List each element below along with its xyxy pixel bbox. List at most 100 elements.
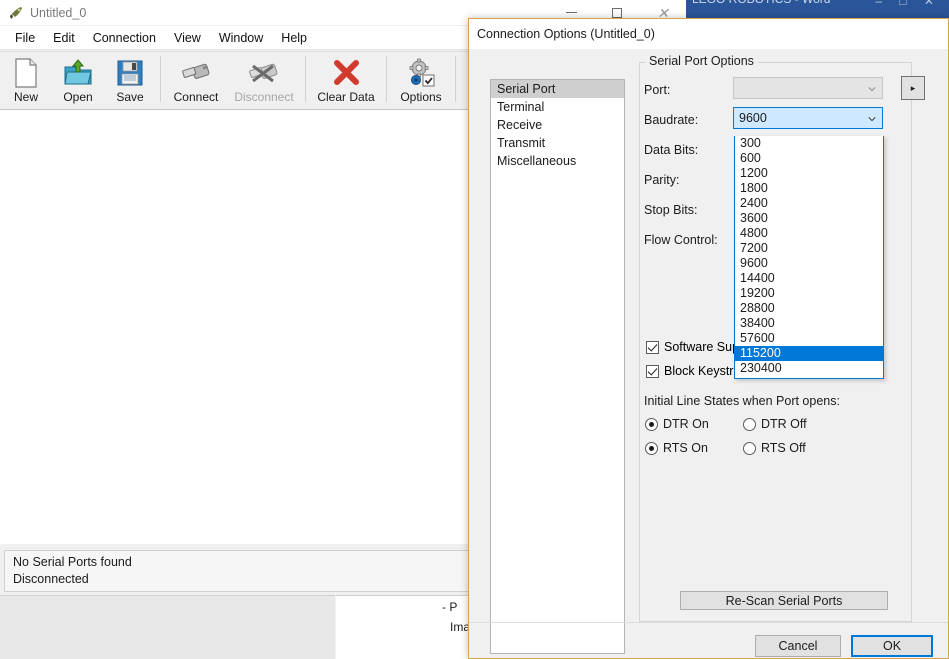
dropdown-option-3600[interactable]: 3600: [735, 211, 883, 226]
toolbar-button-new[interactable]: New: [0, 52, 52, 109]
toolbar-button-open[interactable]: Open: [52, 52, 104, 109]
label-initial-line-states: Initial Line States when Port opens:: [644, 394, 840, 408]
category-item-terminal[interactable]: Terminal: [491, 98, 624, 116]
dropdown-option-230400[interactable]: 230400: [735, 361, 883, 376]
toolbar-separator-4: [455, 56, 456, 102]
screen: LEGO ROBOTICS - Word – □ ✕ Untitled_0 ✕ …: [0, 0, 949, 659]
dropdown-option-1800[interactable]: 1800: [735, 181, 883, 196]
ok-button-label: OK: [883, 639, 901, 653]
chevron-down-icon: [868, 115, 876, 123]
lower-left-panel: [0, 595, 335, 659]
background-word-controls[interactable]: – □ ✕: [875, 0, 941, 8]
toolbar-label-connect: Connect: [174, 90, 219, 104]
toolbar-separator-2: [305, 56, 306, 102]
app-title: Untitled_0: [30, 6, 86, 20]
chevron-right-icon: ▸: [911, 83, 916, 94]
usb-disconnect-icon: [247, 56, 281, 89]
dropdown-option-28800[interactable]: 28800: [735, 301, 883, 316]
category-item-transmit[interactable]: Transmit: [491, 134, 624, 152]
radio-dtr-on[interactable]: [645, 418, 658, 431]
radio-dtr-off[interactable]: [743, 418, 756, 431]
dropdown-option-600[interactable]: 600: [735, 151, 883, 166]
lower-right-text-1: - P: [442, 600, 457, 614]
checkbox-software-support[interactable]: [646, 341, 659, 354]
label-port: Port:: [644, 83, 670, 97]
dropdown-option-57600[interactable]: 57600: [735, 331, 883, 346]
toolbar-button-save[interactable]: Save: [104, 52, 156, 109]
toolbar-label-clear-data: Clear Data: [317, 90, 374, 104]
menu-connection[interactable]: Connection: [84, 29, 165, 47]
rescan-serial-ports-label: Re-Scan Serial Ports: [726, 594, 843, 608]
dropdown-option-9600[interactable]: 9600: [735, 256, 883, 271]
menu-help[interactable]: Help: [272, 29, 316, 47]
radio-row-dtr-on[interactable]: DTR On: [645, 417, 709, 431]
chevron-down-icon: [868, 85, 876, 93]
dialog-titlebar[interactable]: Connection Options (Untitled_0): [469, 19, 948, 49]
cancel-button-label: Cancel: [779, 639, 818, 653]
label-stop-bits: Stop Bits:: [644, 203, 698, 217]
port-combobox[interactable]: [733, 77, 883, 99]
ok-button[interactable]: OK: [851, 635, 933, 657]
port-browse-button[interactable]: ▸: [901, 76, 925, 100]
category-item-serial-port[interactable]: Serial Port: [491, 80, 624, 98]
category-item-miscellaneous[interactable]: Miscellaneous: [491, 152, 624, 170]
label-data-bits: Data Bits:: [644, 143, 698, 157]
dropdown-option-4800[interactable]: 4800: [735, 226, 883, 241]
toolbar-button-connect[interactable]: Connect: [165, 52, 227, 109]
gears-icon: [406, 56, 436, 89]
dropdown-option-2400[interactable]: 2400: [735, 196, 883, 211]
checkbox-row-block-keystrokes[interactable]: Block Keystrok: [646, 364, 747, 378]
dropdown-option-1200[interactable]: 1200: [735, 166, 883, 181]
menu-file[interactable]: File: [6, 29, 44, 47]
category-item-receive[interactable]: Receive: [491, 116, 624, 134]
category-list[interactable]: Serial Port Terminal Receive Transmit Mi…: [490, 79, 625, 654]
toolbar-label-new: New: [14, 90, 38, 104]
baudrate-combobox[interactable]: 9600: [733, 107, 883, 129]
toolbar-separator-3: [386, 56, 387, 102]
menu-view[interactable]: View: [165, 29, 210, 47]
radio-label-dtr-on: DTR On: [663, 417, 709, 431]
checkbox-row-software-support[interactable]: Software Supp: [646, 340, 746, 354]
radio-rts-on[interactable]: [645, 442, 658, 455]
radio-label-rts-off: RTS Off: [761, 441, 806, 455]
dialog-title: Connection Options (Untitled_0): [477, 27, 655, 41]
menu-window[interactable]: Window: [210, 29, 272, 47]
dropdown-option-7200[interactable]: 7200: [735, 241, 883, 256]
cancel-button[interactable]: Cancel: [755, 635, 841, 657]
dropdown-option-115200[interactable]: 115200: [735, 346, 883, 361]
radio-label-rts-on: RTS On: [663, 441, 708, 455]
radio-row-rts-off[interactable]: RTS Off: [743, 441, 806, 455]
group-title-serial-port-options: Serial Port Options: [645, 54, 758, 68]
dropdown-option-19200[interactable]: 19200: [735, 286, 883, 301]
checkbox-block-keystrokes[interactable]: [646, 365, 659, 378]
background-word-title: LEGO ROBOTICS - Word: [692, 0, 830, 6]
toolbar-button-clear-data[interactable]: Clear Data: [310, 52, 382, 109]
radio-label-dtr-off: DTR Off: [761, 417, 807, 431]
dropdown-option-14400[interactable]: 14400: [735, 271, 883, 286]
toolbar-button-disconnect: Disconnect: [227, 52, 301, 109]
radio-rts-off[interactable]: [743, 442, 756, 455]
menu-edit[interactable]: Edit: [44, 29, 84, 47]
red-x-icon: [332, 56, 360, 89]
new-document-icon: [13, 56, 39, 89]
baudrate-combobox-value: 9600: [739, 111, 767, 125]
dropdown-option-300[interactable]: 300: [735, 136, 883, 151]
baudrate-dropdown-list[interactable]: 300 600 1200 1800 2400 3600 4800 7200 96…: [734, 136, 884, 379]
dropdown-option-38400[interactable]: 38400: [735, 316, 883, 331]
label-parity: Parity:: [644, 173, 679, 187]
radio-row-rts-on[interactable]: RTS On: [645, 441, 708, 455]
dialog-separator: [469, 622, 948, 623]
rocket-icon: [8, 5, 24, 21]
toolbar-label-open: Open: [63, 90, 92, 104]
toolbar-separator-1: [160, 56, 161, 102]
label-flow-control: Flow Control:: [644, 233, 718, 247]
usb-plug-icon: [180, 56, 212, 89]
open-folder-icon: [63, 56, 93, 89]
toolbar-label-disconnect: Disconnect: [234, 90, 293, 104]
toolbar-button-options[interactable]: Options: [391, 52, 451, 109]
toolbar-label-save: Save: [116, 90, 143, 104]
floppy-disk-icon: [116, 56, 144, 89]
label-baudrate: Baudrate:: [644, 113, 698, 127]
radio-row-dtr-off[interactable]: DTR Off: [743, 417, 807, 431]
rescan-serial-ports-button[interactable]: Re-Scan Serial Ports: [680, 591, 888, 610]
